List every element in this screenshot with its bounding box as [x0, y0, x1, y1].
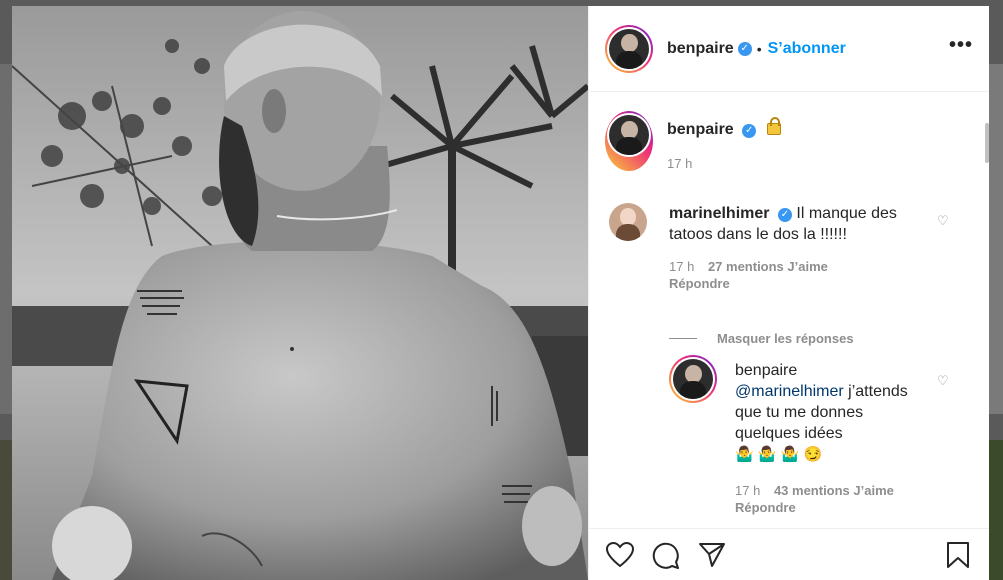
hide-replies[interactable]: Masquer les réponses: [669, 331, 854, 346]
background-feed-bottom-right: [989, 440, 1003, 580]
comment-item: marinelhimer ✓ Il manque des tatoos dans…: [609, 203, 939, 291]
verified-icon: ✓: [742, 124, 757, 138]
comment-author[interactable]: marinelhimer: [669, 205, 769, 222]
heart-icon[interactable]: ♡: [937, 213, 949, 229]
lock-icon: [766, 117, 781, 135]
comment-time: 17 h: [669, 259, 695, 274]
reply-likes[interactable]: 43 mentions J’aime: [774, 483, 894, 498]
separator-dot: •: [756, 40, 762, 57]
caption-time: 17 h: [667, 156, 693, 171]
commenter-avatar[interactable]: [609, 203, 647, 241]
post-side-panel: benpaire ✓ • S’abonner ••• benpaire ✓ 17…: [588, 6, 989, 580]
heart-icon[interactable]: ♡: [937, 373, 949, 389]
comment-icon[interactable]: [651, 540, 681, 570]
scrollbar[interactable]: [985, 123, 989, 163]
comment-likes[interactable]: 27 mentions J’aime: [708, 259, 828, 274]
reply-emojis: 🤷‍♂️ 🤷‍♂️ 🤷‍♂️ 😏: [735, 446, 823, 463]
more-options-icon[interactable]: •••: [949, 35, 973, 55]
reply-author[interactable]: benpaire: [735, 362, 797, 379]
background-feed-left: [0, 64, 12, 414]
author-avatar[interactable]: [605, 24, 653, 73]
background-feed-bottom-left: [0, 440, 12, 580]
share-icon[interactable]: [697, 540, 727, 570]
bookmark-icon[interactable]: [943, 540, 973, 570]
follow-button[interactable]: S’abonner: [768, 40, 846, 58]
author-username[interactable]: benpaire: [667, 40, 734, 58]
verified-icon: ✓: [777, 208, 792, 222]
verified-icon: ✓: [737, 41, 752, 56]
comment-reply-button[interactable]: Répondre: [669, 276, 919, 291]
reply-reply-button[interactable]: Répondre: [735, 500, 925, 515]
caption-avatar[interactable]: [605, 111, 653, 171]
post-header: benpaire ✓ • S’abonner •••: [589, 6, 989, 92]
caption: benpaire ✓ 17 h: [605, 111, 781, 171]
reply-item: benpaire @marinelhimer j’attends que tu …: [669, 355, 939, 515]
reply-avatar[interactable]: [669, 355, 717, 403]
like-heart-icon[interactable]: [605, 540, 635, 570]
reply-time: 17 h: [735, 483, 761, 498]
background-feed-right: [989, 64, 1003, 414]
comments-list[interactable]: benpaire ✓ 17 h marinelhimer ✓ Il manque…: [589, 93, 989, 528]
action-bar: [589, 528, 989, 580]
reply-mention[interactable]: @marinelhimer: [735, 383, 844, 400]
divider: [669, 338, 697, 339]
hide-replies-label[interactable]: Masquer les réponses: [717, 331, 854, 346]
caption-author[interactable]: benpaire: [667, 121, 734, 138]
post-photo[interactable]: [12, 6, 588, 580]
